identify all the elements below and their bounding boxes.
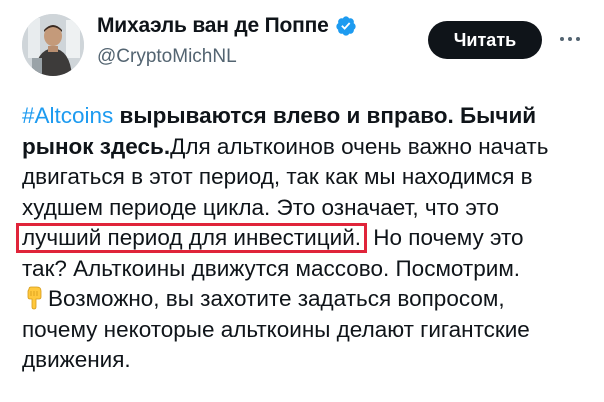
tweet-line: рынок здесь.Для альткоинов очень важно н…: [22, 132, 594, 163]
tweet-text-segment: Возможно, вы захотите задаться вопросом,: [48, 286, 505, 311]
tweet-text: #Altcoins вырываются влево и вправо. Быч…: [16, 101, 594, 376]
author-name[interactable]: Михаэль ван де Поппе: [97, 14, 329, 38]
tweet-line: движения.: [22, 347, 131, 372]
highlighted-phrase: лучший период для инвестиций.: [16, 223, 368, 253]
verified-badge-icon: [335, 15, 357, 37]
author-handle[interactable]: @CryptoMichNL: [97, 46, 237, 68]
avatar[interactable]: [22, 14, 84, 76]
tweet-line: так? Альткоины движутся массово. Посмотр…: [22, 255, 521, 281]
tweet-line: почему некоторые альткоины делают гигант…: [22, 316, 530, 342]
pointing-down-hand-icon: [22, 286, 46, 310]
tweet-line: Возможно, вы захотите задаться вопросом,: [22, 284, 594, 315]
tweet-line: лучший период для инвестиций. Но почему …: [16, 223, 594, 254]
avatar-image: [22, 14, 84, 76]
tweet-text-segment: Но почему это: [367, 225, 524, 250]
more-dots-icon[interactable]: [556, 28, 584, 50]
read-button[interactable]: Читать: [428, 21, 542, 59]
tweet-line: худшем периоде цикла. Это означает, что …: [22, 194, 499, 220]
tweet-line: #Altcoins вырываются влево и вправо. Быч…: [22, 101, 594, 132]
tweet-line: двигаться в этот период, так как мы нахо…: [22, 164, 533, 189]
tweet-text-segment: Для альткоинов очень важно начать: [170, 133, 549, 159]
hashtag-link[interactable]: #Altcoins: [22, 103, 113, 128]
author-name-row[interactable]: Михаэль ван де Поппе: [97, 14, 357, 38]
tweet-bold-text: рынок здесь.: [22, 133, 171, 159]
tweet-bold-text: вырываются влево и вправо. Бычий: [113, 103, 537, 128]
